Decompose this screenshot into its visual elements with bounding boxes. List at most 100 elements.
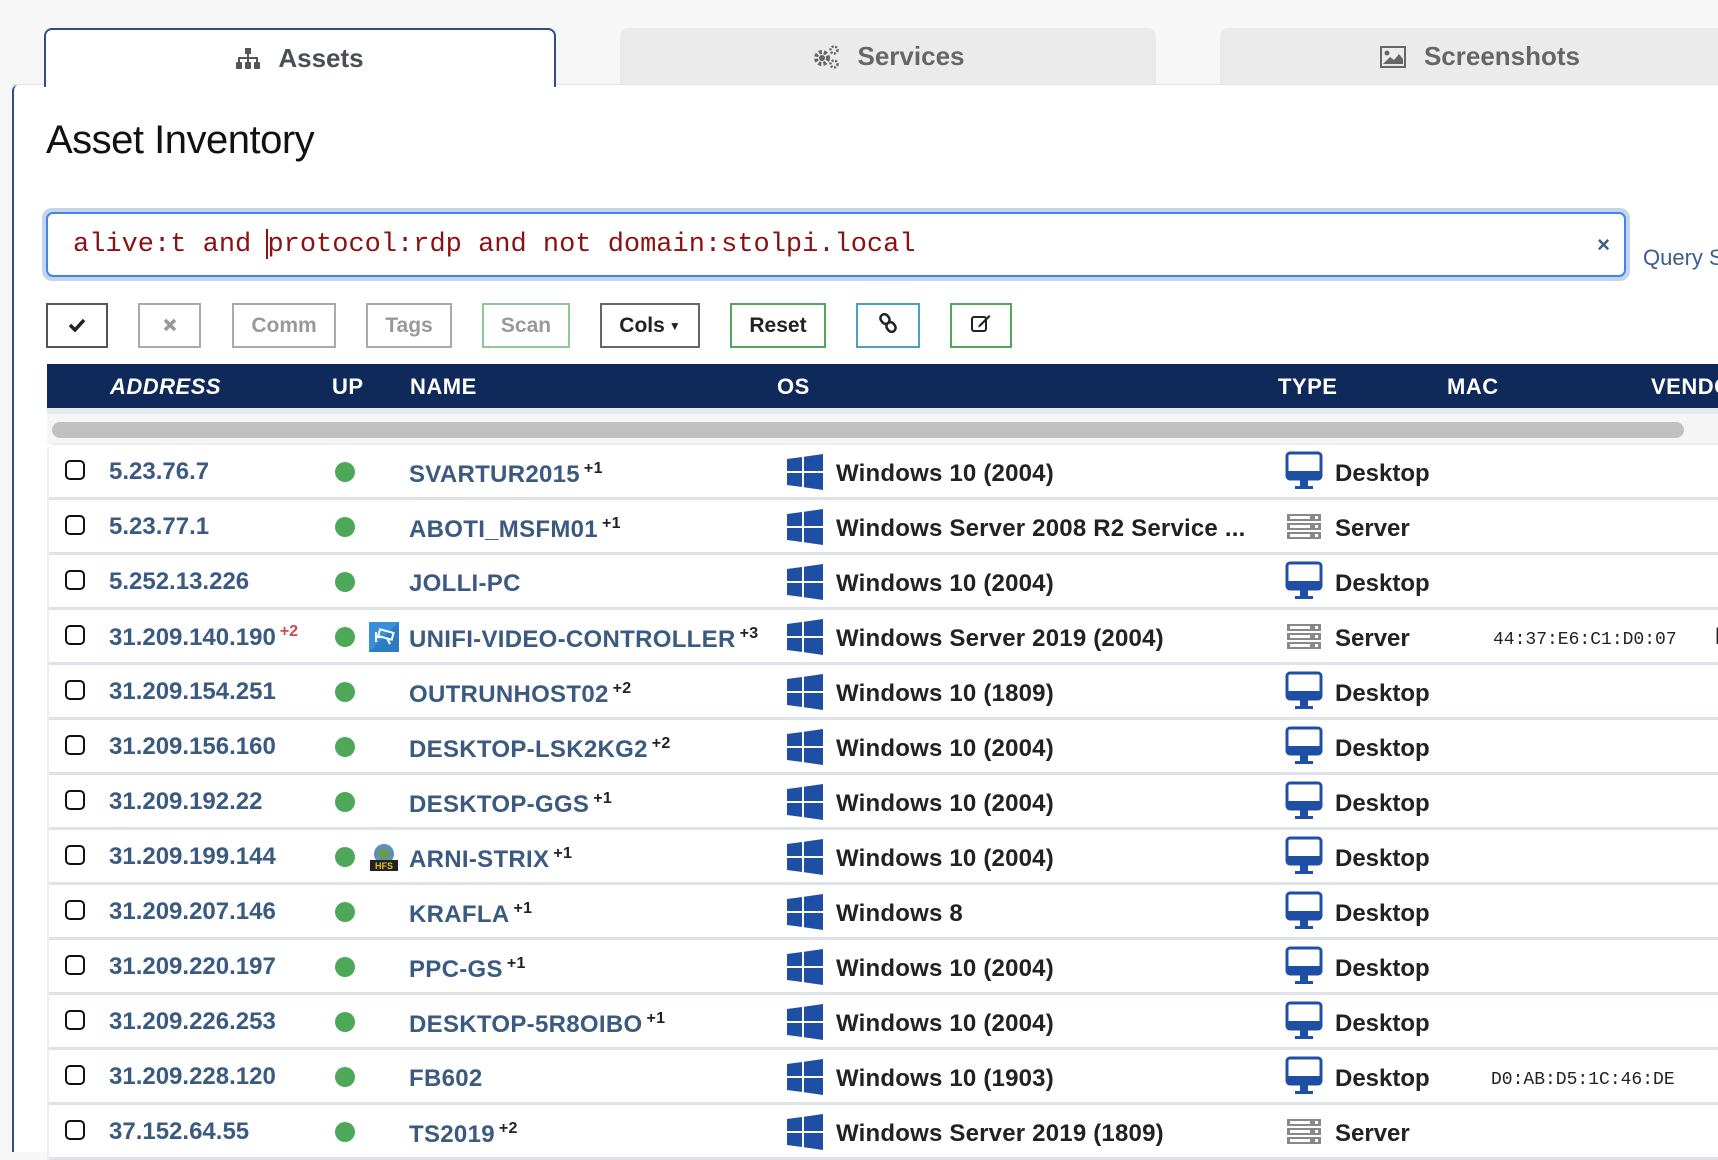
col-vendor[interactable]: VENDO xyxy=(1651,374,1718,400)
tags-button[interactable]: Tags xyxy=(366,303,452,348)
row-checkbox[interactable] xyxy=(65,900,85,920)
status-up-indicator xyxy=(335,737,355,757)
name-extra-count: +1 xyxy=(583,460,603,477)
table-row[interactable]: 37.152.64.55 TS2019 +2 Windows Server 201… xyxy=(49,1105,1718,1160)
horizontal-scrollbar-thumb[interactable] xyxy=(52,422,1684,438)
table-row[interactable]: 31.209.207.146 KRAFLA +1 Windows 8 Deskto… xyxy=(49,885,1718,940)
windows-icon xyxy=(787,509,823,550)
address-link[interactable]: 31.209.220.197 xyxy=(109,953,276,981)
device-type: Desktop xyxy=(1335,900,1430,927)
col-type[interactable]: TYPE xyxy=(1278,374,1337,400)
col-up[interactable]: UP xyxy=(332,374,364,400)
address-link[interactable]: 5.252.13.226 xyxy=(109,568,249,596)
mac-address: D0:AB:D5:1C:46:DE xyxy=(1491,1070,1675,1090)
share-link-button[interactable] xyxy=(856,303,920,348)
desktop-icon xyxy=(1285,1056,1323,1103)
table-row[interactable]: 31.209.154.251 OUTRUNHOST02 +2 Windows 10… xyxy=(49,665,1718,720)
row-checkbox[interactable] xyxy=(65,1065,85,1085)
svg-text:HFS: HFS xyxy=(375,861,393,871)
tab-assets[interactable]: Assets xyxy=(44,28,556,87)
query-input[interactable]: alive:t and protocol:rdp and not domain:… xyxy=(46,212,1626,277)
status-up-indicator xyxy=(335,1122,355,1142)
windows-icon xyxy=(787,564,823,605)
hostname-link[interactable]: DESKTOP-5R8OIBO +1 xyxy=(409,1010,665,1039)
scan-button[interactable]: Scan xyxy=(482,303,570,348)
table-row[interactable]: 31.209.220.197 PPC-GS +1 Windows 10 (2004… xyxy=(49,940,1718,995)
table-row[interactable]: 31.209.156.160 DESKTOP-LSK2KG2 +2 Windows… xyxy=(49,720,1718,775)
tab-screenshots-label: Screenshots xyxy=(1423,41,1581,71)
col-os[interactable]: OS xyxy=(777,374,810,400)
row-checkbox[interactable] xyxy=(65,680,85,700)
hostname-link[interactable]: SVARTUR2015 +1 xyxy=(409,460,603,489)
row-checkbox[interactable] xyxy=(65,1010,85,1030)
hostname-link[interactable]: DESKTOP-LSK2KG2 +2 xyxy=(409,735,671,764)
row-checkbox[interactable] xyxy=(65,955,85,975)
row-checkbox[interactable] xyxy=(65,460,85,480)
hostname-link[interactable]: TS2019 +2 xyxy=(409,1120,518,1149)
status-up-indicator xyxy=(335,572,355,592)
hostname-link[interactable]: PPC-GS +1 xyxy=(409,955,526,984)
tab-services[interactable]: Services xyxy=(620,28,1156,85)
address-link[interactable]: 31.209.228.120 xyxy=(109,1063,276,1091)
os-name: Windows 10 (1809) xyxy=(836,680,1054,707)
hostname-link[interactable]: ARNI-STRIX +1 xyxy=(409,845,572,874)
columns-dropdown-button[interactable]: Cols ▼ xyxy=(600,303,700,348)
address-link[interactable]: 31.209.207.146 xyxy=(109,898,276,926)
hfs-icon: HFS xyxy=(369,842,399,872)
address-link[interactable]: 37.152.64.55 xyxy=(109,1118,249,1146)
hostname-link[interactable]: JOLLI-PC xyxy=(409,570,521,598)
hostname-link[interactable]: KRAFLA +1 xyxy=(409,900,532,929)
address-link[interactable]: 31.209.192.22 xyxy=(109,788,262,816)
address-link[interactable]: 31.209.140.190 +2 xyxy=(109,623,298,652)
address-link[interactable]: 31.209.199.144 xyxy=(109,843,276,871)
row-checkbox[interactable] xyxy=(65,570,85,590)
clear-query-icon[interactable]: × xyxy=(1597,232,1610,258)
hostname-link[interactable]: UNIFI-VIDEO-CONTROLLER +3 xyxy=(409,625,758,654)
row-checkbox[interactable] xyxy=(65,790,85,810)
address-link[interactable]: 31.209.154.251 xyxy=(109,678,276,706)
tab-screenshots[interactable]: Screenshots xyxy=(1220,28,1718,85)
table-row[interactable]: 31.209.228.120 FB602 Windows 10 (1903) D… xyxy=(49,1050,1718,1105)
col-name[interactable]: NAME xyxy=(410,374,477,400)
tab-assets-label: Assets xyxy=(278,43,364,73)
row-checkbox[interactable] xyxy=(65,1120,85,1140)
address-link[interactable]: 5.23.76.7 xyxy=(109,458,209,486)
col-address[interactable]: ADDRESS xyxy=(110,374,221,400)
name-extra-count: +1 xyxy=(593,790,613,807)
os-name: Windows Server 2008 R2 Service ... xyxy=(836,515,1246,542)
address-extra-count: +2 xyxy=(279,623,299,640)
device-type: Server xyxy=(1335,515,1410,542)
deselect-all-button[interactable] xyxy=(138,303,201,348)
hostname-link[interactable]: OUTRUNHOST02 +2 xyxy=(409,680,631,709)
table-row[interactable]: 31.209.140.190 +2 UNIFI-VIDEO-CONTROLLER +… xyxy=(49,610,1718,665)
select-all-button[interactable] xyxy=(46,303,108,348)
row-checkbox[interactable] xyxy=(65,625,85,645)
table-row[interactable]: 5.23.76.7 SVARTUR2015 +1 Windows 10 (2004… xyxy=(49,445,1718,500)
comment-button[interactable]: Comm xyxy=(232,303,336,348)
query-syntax-link[interactable]: Query S xyxy=(1643,245,1718,271)
row-checkbox[interactable] xyxy=(65,845,85,865)
col-mac[interactable]: MAC xyxy=(1447,374,1499,400)
address-link[interactable]: 31.209.156.160 xyxy=(109,733,276,761)
status-up-indicator xyxy=(335,682,355,702)
desktop-icon xyxy=(1285,1001,1323,1048)
hostname-link[interactable]: DESKTOP-GGS +1 xyxy=(409,790,612,819)
hostname-link[interactable]: FB602 xyxy=(409,1065,483,1093)
device-type: Desktop xyxy=(1335,680,1430,707)
table-row[interactable]: 5.23.77.1 ABOTI_MSFM01 +1 Windows Server … xyxy=(49,500,1718,555)
name-extra-count: +2 xyxy=(612,680,632,697)
os-name: Windows Server 2019 (1809) xyxy=(836,1120,1164,1147)
os-name: Windows 10 (2004) xyxy=(836,460,1054,487)
edit-button[interactable] xyxy=(950,303,1012,348)
address-link[interactable]: 31.209.226.253 xyxy=(109,1008,276,1036)
hostname-link[interactable]: ABOTI_MSFM01 +1 xyxy=(409,515,621,544)
table-row[interactable]: 31.209.192.22 DESKTOP-GGS +1 Windows 10 (… xyxy=(49,775,1718,830)
reset-button[interactable]: Reset xyxy=(730,303,826,348)
row-checkbox[interactable] xyxy=(65,735,85,755)
table-row[interactable]: 5.252.13.226 JOLLI-PC Windows 10 (2004) … xyxy=(49,555,1718,610)
row-checkbox[interactable] xyxy=(65,515,85,535)
table-row[interactable]: 31.209.199.144 HFS ARNI-STRIX +1 Windows … xyxy=(49,830,1718,885)
address-link[interactable]: 5.23.77.1 xyxy=(109,513,209,541)
table-row[interactable]: 31.209.226.253 DESKTOP-5R8OIBO +1 Windows… xyxy=(49,995,1718,1050)
times-icon xyxy=(163,314,177,338)
